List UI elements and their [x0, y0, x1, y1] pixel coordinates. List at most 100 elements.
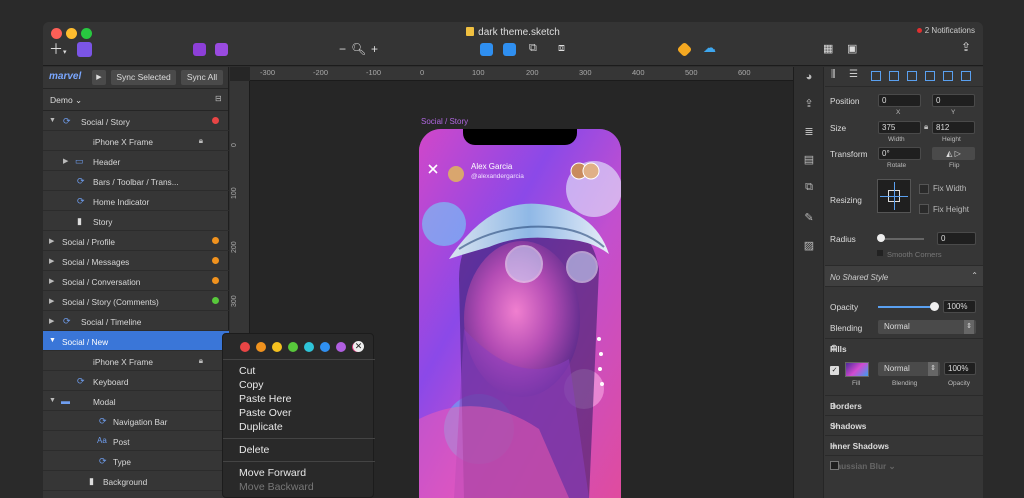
- opacity-slider-track[interactable]: [878, 306, 934, 308]
- add-inner-shadow-button[interactable]: +: [830, 438, 978, 453]
- layer-social-timeline[interactable]: ▶ ⟳ Social / Timeline: [43, 311, 229, 331]
- color-blue-swatch[interactable]: [320, 342, 330, 352]
- fix-width-checkbox[interactable]: [919, 184, 929, 194]
- sketch-cloud-gem-icon[interactable]: [676, 41, 693, 58]
- y-field[interactable]: 0: [932, 94, 975, 107]
- zoom-in-button[interactable]: +: [371, 42, 378, 56]
- sync-all-button[interactable]: Sync All: [181, 70, 223, 85]
- lock-ratio-icon[interactable]: 🔒︎: [924, 122, 928, 132]
- layer-header[interactable]: ▶ ▭ Header: [43, 151, 229, 171]
- play-icon[interactable]: ▶: [92, 70, 106, 85]
- cloud-upload-icon[interactable]: ☁: [703, 40, 716, 56]
- resizing-widget[interactable]: [877, 179, 911, 213]
- zoom-search-icon[interactable]: 🔍︎: [351, 42, 366, 56]
- layer-social-story-comments[interactable]: ▶ Social / Story (Comments): [43, 291, 229, 311]
- chevron-right-icon[interactable]: ▶: [63, 157, 68, 165]
- chevron-right-icon[interactable]: ▶: [49, 317, 54, 325]
- lock-icon[interactable]: 🔒︎: [199, 356, 203, 366]
- radius-slider-knob[interactable]: [877, 234, 885, 242]
- chevron-down-icon[interactable]: ▼: [49, 337, 56, 344]
- craft-icon[interactable]: [215, 43, 228, 56]
- distribute-h-icon[interactable]: ⫼: [831, 69, 836, 80]
- fill-swatch[interactable]: [845, 362, 869, 377]
- fix-height-checkbox[interactable]: [919, 204, 929, 214]
- layer-social-new[interactable]: ▼ Social / New: [43, 331, 229, 351]
- chevron-right-icon[interactable]: ▶: [49, 297, 54, 305]
- fill-checkbox[interactable]: ✓: [830, 366, 839, 375]
- layer-background[interactable]: ▮ Background: [43, 471, 229, 491]
- color-yellow-swatch[interactable]: [272, 342, 282, 352]
- image-icon[interactable]: ▨: [802, 239, 816, 253]
- layer-social-conversation[interactable]: ▶ Social / Conversation: [43, 271, 229, 291]
- align-right-icon[interactable]: [907, 71, 917, 81]
- chevron-right-icon[interactable]: ▶: [49, 257, 54, 265]
- components-icon[interactable]: ⧉: [802, 181, 816, 195]
- blur-checkbox[interactable]: [830, 461, 839, 470]
- layer-modal[interactable]: ▼ ▬ Modal: [43, 391, 229, 411]
- layer-iphone-frame[interactable]: iPhone X Frame 🔒︎: [43, 131, 229, 151]
- menu-paste-here[interactable]: Paste Here: [239, 393, 292, 405]
- pie-chart-icon[interactable]: ◕: [802, 71, 816, 85]
- sync-selected-button[interactable]: Sync Selected: [111, 70, 176, 85]
- layer-social-story[interactable]: ▼ ⟳ Social / Story: [43, 111, 229, 131]
- page-selector[interactable]: Demo ⌄ ⊟: [43, 89, 228, 111]
- menu-delete[interactable]: Delete: [239, 444, 269, 456]
- chevron-right-icon[interactable]: ▶: [49, 277, 54, 285]
- fill-blending-select[interactable]: Normal ⇕: [878, 362, 940, 376]
- radius-field[interactable]: 0: [937, 232, 976, 245]
- radius-slider-track[interactable]: [880, 238, 924, 240]
- x-field[interactable]: 0: [878, 94, 921, 107]
- forward-icon[interactable]: ⧉: [529, 42, 537, 55]
- color-green-swatch[interactable]: [288, 342, 298, 352]
- add-border-button[interactable]: +: [830, 398, 978, 413]
- align-left-icon[interactable]: [871, 71, 881, 81]
- layout-icon[interactable]: ▤: [802, 153, 816, 167]
- menu-paste-over[interactable]: Paste Over: [239, 407, 292, 419]
- artboard-social-story[interactable]: Alex Garcia @alexandergarcia: [419, 129, 621, 498]
- group-icon[interactable]: [480, 43, 493, 56]
- layer-bars-toolbar[interactable]: ⟳ Bars / Toolbar / Trans...: [43, 171, 229, 191]
- view-icon[interactable]: ▣: [847, 42, 857, 55]
- color-red-swatch[interactable]: [240, 342, 250, 352]
- layer-post[interactable]: Aa Post: [43, 431, 229, 451]
- fill-opacity-field[interactable]: 100%: [944, 362, 976, 375]
- align-top-icon[interactable]: [925, 71, 935, 81]
- layer-story[interactable]: ▮ Story: [43, 211, 229, 231]
- align-middle-icon[interactable]: [943, 71, 953, 81]
- opacity-slider-knob[interactable]: [930, 302, 939, 311]
- rotate-field[interactable]: 0°: [878, 147, 921, 160]
- height-field[interactable]: 812: [932, 121, 975, 134]
- layer-iphone-frame-2[interactable]: iPhone X Frame 🔒︎: [43, 351, 229, 371]
- color-teal-swatch[interactable]: [304, 342, 314, 352]
- layer-social-profile[interactable]: ▶ Social / Profile: [43, 231, 229, 251]
- chevron-down-icon[interactable]: ▼: [49, 117, 56, 124]
- create-symbol-icon[interactable]: [193, 43, 206, 56]
- add-shadow-button[interactable]: +: [830, 418, 978, 433]
- symbols-icon[interactable]: [77, 42, 92, 57]
- menu-copy[interactable]: Copy: [239, 379, 264, 391]
- menu-move-forward[interactable]: Move Forward: [239, 467, 306, 479]
- menu-duplicate[interactable]: Duplicate: [239, 421, 283, 433]
- share-icon[interactable]: ⇪: [802, 97, 816, 111]
- opacity-field[interactable]: 100%: [943, 300, 976, 313]
- gear-icon[interactable]: ⚙: [830, 343, 964, 354]
- smooth-corners-checkbox[interactable]: [877, 250, 883, 256]
- shared-style-select[interactable]: No Shared Style ⌃: [825, 265, 983, 287]
- chevron-down-icon[interactable]: ▼: [49, 397, 56, 404]
- mirror-icon[interactable]: ▦: [823, 42, 833, 55]
- color-purple-swatch[interactable]: [336, 342, 346, 352]
- distribute-v-icon[interactable]: ☰: [849, 69, 858, 80]
- zoom-out-button[interactable]: −: [339, 42, 346, 56]
- layer-navigation-bar[interactable]: ⟳ Navigation Bar: [43, 411, 229, 431]
- backward-icon[interactable]: ⧈: [558, 42, 565, 55]
- notifications-badge[interactable]: 2 Notifications: [916, 26, 975, 35]
- lock-icon[interactable]: 🔒︎: [199, 136, 203, 146]
- artboard-label[interactable]: Social / Story: [421, 117, 468, 126]
- width-field[interactable]: 375: [878, 121, 921, 134]
- blending-select[interactable]: Normal ⇕: [878, 320, 976, 334]
- layer-keyboard[interactable]: ⟳ Keyboard: [43, 371, 229, 391]
- layer-social-messages[interactable]: ▶ Social / Messages: [43, 251, 229, 271]
- align-bottom-icon[interactable]: [961, 71, 971, 81]
- color-orange-swatch[interactable]: [256, 342, 266, 352]
- layer-type[interactable]: ⟳ Type: [43, 451, 229, 471]
